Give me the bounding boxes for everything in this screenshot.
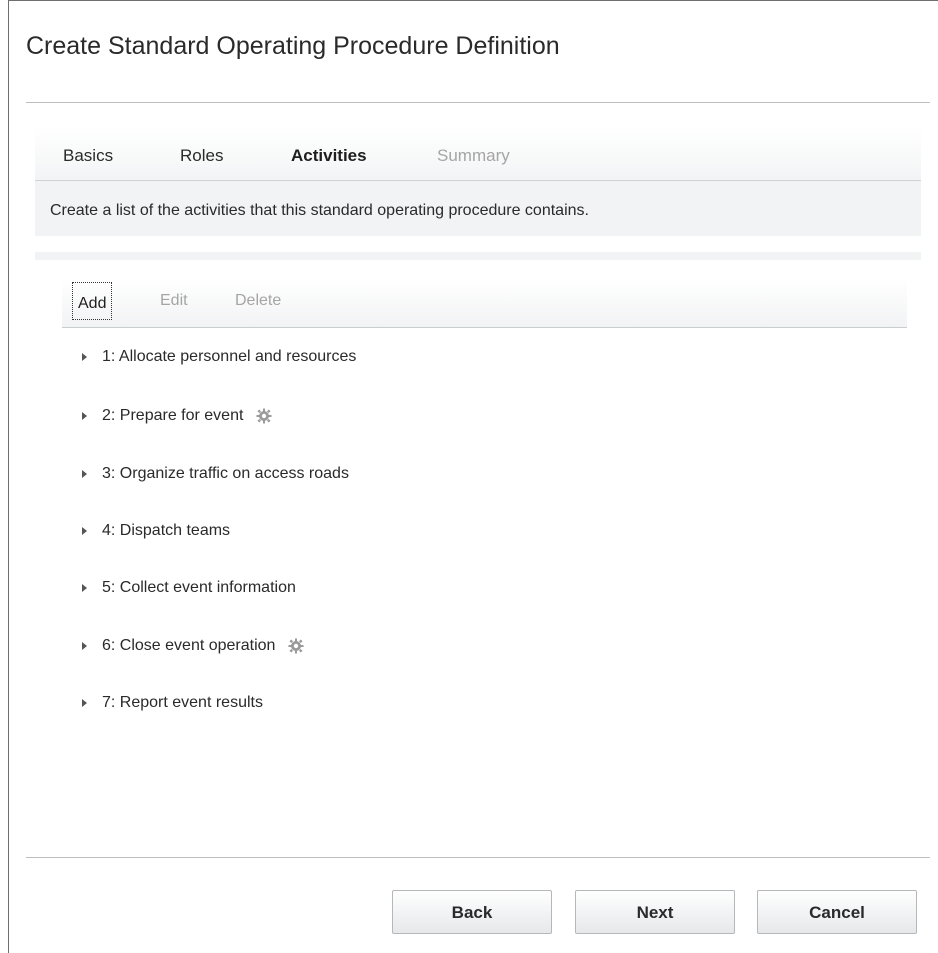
section-separator (35, 252, 921, 260)
wizard-panel: Basics Roles Activities Summary Create a… (35, 126, 921, 236)
activity-label: 4: Dispatch teams (102, 522, 231, 539)
expand-arrow-icon[interactable] (82, 412, 87, 420)
back-button[interactable]: Back (392, 890, 552, 934)
title-divider (26, 102, 930, 103)
cancel-button[interactable]: Cancel (757, 890, 917, 934)
expand-arrow-icon[interactable] (82, 527, 87, 535)
delete-button: Delete (235, 292, 282, 309)
activity-label: 3: Organize traffic on access roads (102, 465, 349, 482)
footer-divider (26, 857, 930, 858)
activity-item-1[interactable]: 1: Allocate personnel and resources (82, 345, 356, 369)
tab-summary: Summary (437, 146, 510, 165)
dialog-title: Create Standard Operating Procedure Defi… (26, 32, 560, 60)
activity-label: 5: Collect event information (102, 579, 296, 596)
next-button[interactable]: Next (575, 890, 735, 934)
activity-item-2[interactable]: 2: Prepare for event (82, 404, 272, 428)
tab-roles[interactable]: Roles (180, 146, 223, 166)
activity-label: 2: Prepare for event (102, 407, 244, 424)
expand-arrow-icon[interactable] (82, 642, 87, 650)
activities-toolbar: Add Edit Delete (62, 278, 907, 328)
activity-label: 7: Report event results (102, 694, 263, 711)
activity-label: 1: Allocate personnel and resources (102, 348, 357, 365)
activity-item-3[interactable]: 3: Organize traffic on access roads (82, 462, 349, 486)
tab-basics[interactable]: Basics (63, 146, 113, 166)
gear-icon (256, 408, 272, 424)
activity-item-5[interactable]: 5: Collect event information (82, 576, 296, 600)
expand-arrow-icon[interactable] (82, 470, 87, 478)
expand-arrow-icon[interactable] (82, 353, 87, 361)
activity-item-7[interactable]: 7: Report event results (82, 691, 263, 715)
wizard-tab-bar: Basics Roles Activities Summary (35, 126, 921, 181)
activity-label: 6: Close event operation (102, 637, 276, 654)
expand-arrow-icon[interactable] (82, 584, 87, 592)
add-button[interactable]: Add (72, 282, 113, 320)
tab-activities[interactable]: Activities (291, 146, 367, 166)
gear-icon (288, 638, 304, 654)
edit-button: Edit (160, 292, 188, 309)
expand-arrow-icon[interactable] (82, 699, 87, 707)
activity-item-4[interactable]: 4: Dispatch teams (82, 519, 230, 543)
activity-item-6[interactable]: 6: Close event operation (82, 634, 304, 658)
step-description: Create a list of the activities that thi… (50, 202, 589, 219)
